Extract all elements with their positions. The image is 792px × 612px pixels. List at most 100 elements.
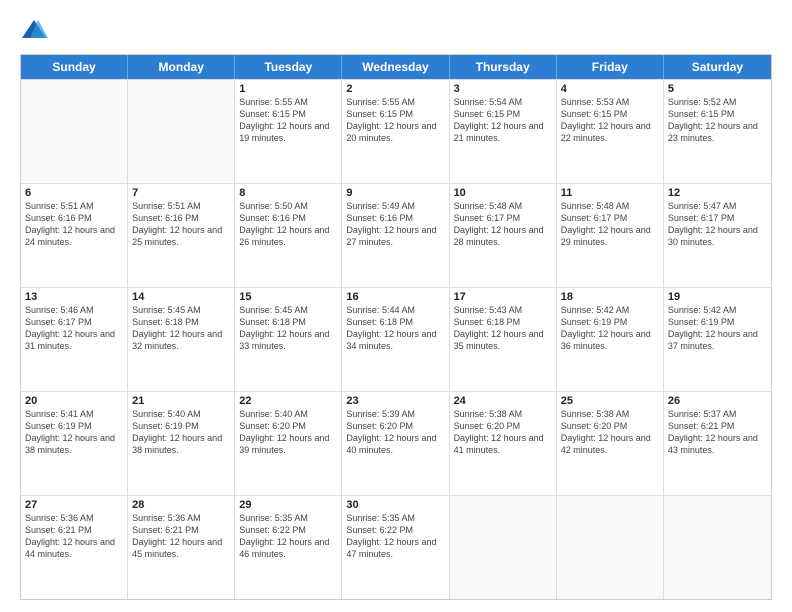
calendar-cell: 19Sunrise: 5:42 AM Sunset: 6:19 PM Dayli… xyxy=(664,288,771,391)
day-number: 25 xyxy=(561,395,659,407)
day-info: Sunrise: 5:36 AM Sunset: 6:21 PM Dayligh… xyxy=(25,512,123,561)
calendar-cell: 17Sunrise: 5:43 AM Sunset: 6:18 PM Dayli… xyxy=(450,288,557,391)
day-info: Sunrise: 5:37 AM Sunset: 6:21 PM Dayligh… xyxy=(668,408,767,457)
calendar-cell: 24Sunrise: 5:38 AM Sunset: 6:20 PM Dayli… xyxy=(450,392,557,495)
calendar-cell: 25Sunrise: 5:38 AM Sunset: 6:20 PM Dayli… xyxy=(557,392,664,495)
calendar-row-3: 20Sunrise: 5:41 AM Sunset: 6:19 PM Dayli… xyxy=(21,391,771,495)
header-day-friday: Friday xyxy=(557,55,664,79)
day-number: 3 xyxy=(454,83,552,95)
calendar-cell xyxy=(450,496,557,599)
day-info: Sunrise: 5:48 AM Sunset: 6:17 PM Dayligh… xyxy=(454,200,552,249)
logo-icon xyxy=(20,16,48,44)
calendar-cell: 9Sunrise: 5:49 AM Sunset: 6:16 PM Daylig… xyxy=(342,184,449,287)
calendar-cell xyxy=(21,80,128,183)
day-number: 24 xyxy=(454,395,552,407)
calendar-body: 1Sunrise: 5:55 AM Sunset: 6:15 PM Daylig… xyxy=(21,79,771,599)
header-day-thursday: Thursday xyxy=(450,55,557,79)
calendar-cell: 23Sunrise: 5:39 AM Sunset: 6:20 PM Dayli… xyxy=(342,392,449,495)
day-info: Sunrise: 5:40 AM Sunset: 6:20 PM Dayligh… xyxy=(239,408,337,457)
day-info: Sunrise: 5:35 AM Sunset: 6:22 PM Dayligh… xyxy=(239,512,337,561)
calendar-cell: 22Sunrise: 5:40 AM Sunset: 6:20 PM Dayli… xyxy=(235,392,342,495)
calendar-cell: 6Sunrise: 5:51 AM Sunset: 6:16 PM Daylig… xyxy=(21,184,128,287)
calendar-cell: 15Sunrise: 5:45 AM Sunset: 6:18 PM Dayli… xyxy=(235,288,342,391)
calendar-row-1: 6Sunrise: 5:51 AM Sunset: 6:16 PM Daylig… xyxy=(21,183,771,287)
calendar-cell: 29Sunrise: 5:35 AM Sunset: 6:22 PM Dayli… xyxy=(235,496,342,599)
day-number: 21 xyxy=(132,395,230,407)
day-number: 5 xyxy=(668,83,767,95)
calendar-row-0: 1Sunrise: 5:55 AM Sunset: 6:15 PM Daylig… xyxy=(21,79,771,183)
day-info: Sunrise: 5:42 AM Sunset: 6:19 PM Dayligh… xyxy=(668,304,767,353)
calendar-header: SundayMondayTuesdayWednesdayThursdayFrid… xyxy=(21,55,771,79)
calendar-cell: 20Sunrise: 5:41 AM Sunset: 6:19 PM Dayli… xyxy=(21,392,128,495)
day-number: 11 xyxy=(561,187,659,199)
calendar-cell: 16Sunrise: 5:44 AM Sunset: 6:18 PM Dayli… xyxy=(342,288,449,391)
header-day-monday: Monday xyxy=(128,55,235,79)
header-day-saturday: Saturday xyxy=(664,55,771,79)
day-number: 16 xyxy=(346,291,444,303)
day-info: Sunrise: 5:38 AM Sunset: 6:20 PM Dayligh… xyxy=(454,408,552,457)
day-number: 26 xyxy=(668,395,767,407)
day-info: Sunrise: 5:44 AM Sunset: 6:18 PM Dayligh… xyxy=(346,304,444,353)
day-info: Sunrise: 5:55 AM Sunset: 6:15 PM Dayligh… xyxy=(239,96,337,145)
day-number: 23 xyxy=(346,395,444,407)
day-number: 12 xyxy=(668,187,767,199)
day-number: 13 xyxy=(25,291,123,303)
calendar-cell: 1Sunrise: 5:55 AM Sunset: 6:15 PM Daylig… xyxy=(235,80,342,183)
calendar-cell: 4Sunrise: 5:53 AM Sunset: 6:15 PM Daylig… xyxy=(557,80,664,183)
day-number: 28 xyxy=(132,499,230,511)
day-number: 10 xyxy=(454,187,552,199)
day-number: 18 xyxy=(561,291,659,303)
logo xyxy=(20,16,52,44)
day-info: Sunrise: 5:40 AM Sunset: 6:19 PM Dayligh… xyxy=(132,408,230,457)
day-number: 29 xyxy=(239,499,337,511)
calendar-cell: 7Sunrise: 5:51 AM Sunset: 6:16 PM Daylig… xyxy=(128,184,235,287)
calendar-cell: 27Sunrise: 5:36 AM Sunset: 6:21 PM Dayli… xyxy=(21,496,128,599)
day-number: 1 xyxy=(239,83,337,95)
day-info: Sunrise: 5:42 AM Sunset: 6:19 PM Dayligh… xyxy=(561,304,659,353)
day-info: Sunrise: 5:54 AM Sunset: 6:15 PM Dayligh… xyxy=(454,96,552,145)
calendar-cell: 26Sunrise: 5:37 AM Sunset: 6:21 PM Dayli… xyxy=(664,392,771,495)
day-info: Sunrise: 5:46 AM Sunset: 6:17 PM Dayligh… xyxy=(25,304,123,353)
day-number: 4 xyxy=(561,83,659,95)
calendar-row-2: 13Sunrise: 5:46 AM Sunset: 6:17 PM Dayli… xyxy=(21,287,771,391)
day-number: 15 xyxy=(239,291,337,303)
day-info: Sunrise: 5:51 AM Sunset: 6:16 PM Dayligh… xyxy=(25,200,123,249)
day-number: 17 xyxy=(454,291,552,303)
day-number: 7 xyxy=(132,187,230,199)
calendar-cell: 18Sunrise: 5:42 AM Sunset: 6:19 PM Dayli… xyxy=(557,288,664,391)
day-info: Sunrise: 5:48 AM Sunset: 6:17 PM Dayligh… xyxy=(561,200,659,249)
calendar: SundayMondayTuesdayWednesdayThursdayFrid… xyxy=(20,54,772,600)
calendar-row-4: 27Sunrise: 5:36 AM Sunset: 6:21 PM Dayli… xyxy=(21,495,771,599)
day-info: Sunrise: 5:55 AM Sunset: 6:15 PM Dayligh… xyxy=(346,96,444,145)
day-info: Sunrise: 5:52 AM Sunset: 6:15 PM Dayligh… xyxy=(668,96,767,145)
header-day-tuesday: Tuesday xyxy=(235,55,342,79)
day-number: 19 xyxy=(668,291,767,303)
calendar-cell: 30Sunrise: 5:35 AM Sunset: 6:22 PM Dayli… xyxy=(342,496,449,599)
calendar-cell: 28Sunrise: 5:36 AM Sunset: 6:21 PM Dayli… xyxy=(128,496,235,599)
day-info: Sunrise: 5:53 AM Sunset: 6:15 PM Dayligh… xyxy=(561,96,659,145)
calendar-cell: 13Sunrise: 5:46 AM Sunset: 6:17 PM Dayli… xyxy=(21,288,128,391)
day-info: Sunrise: 5:45 AM Sunset: 6:18 PM Dayligh… xyxy=(239,304,337,353)
day-number: 8 xyxy=(239,187,337,199)
calendar-cell: 3Sunrise: 5:54 AM Sunset: 6:15 PM Daylig… xyxy=(450,80,557,183)
day-number: 14 xyxy=(132,291,230,303)
calendar-cell: 14Sunrise: 5:45 AM Sunset: 6:18 PM Dayli… xyxy=(128,288,235,391)
day-info: Sunrise: 5:41 AM Sunset: 6:19 PM Dayligh… xyxy=(25,408,123,457)
day-number: 9 xyxy=(346,187,444,199)
day-info: Sunrise: 5:47 AM Sunset: 6:17 PM Dayligh… xyxy=(668,200,767,249)
calendar-cell xyxy=(128,80,235,183)
header-day-wednesday: Wednesday xyxy=(342,55,449,79)
day-info: Sunrise: 5:43 AM Sunset: 6:18 PM Dayligh… xyxy=(454,304,552,353)
calendar-cell: 5Sunrise: 5:52 AM Sunset: 6:15 PM Daylig… xyxy=(664,80,771,183)
calendar-cell: 21Sunrise: 5:40 AM Sunset: 6:19 PM Dayli… xyxy=(128,392,235,495)
day-number: 30 xyxy=(346,499,444,511)
day-info: Sunrise: 5:50 AM Sunset: 6:16 PM Dayligh… xyxy=(239,200,337,249)
calendar-cell xyxy=(557,496,664,599)
day-info: Sunrise: 5:45 AM Sunset: 6:18 PM Dayligh… xyxy=(132,304,230,353)
calendar-cell: 12Sunrise: 5:47 AM Sunset: 6:17 PM Dayli… xyxy=(664,184,771,287)
day-info: Sunrise: 5:51 AM Sunset: 6:16 PM Dayligh… xyxy=(132,200,230,249)
calendar-cell: 10Sunrise: 5:48 AM Sunset: 6:17 PM Dayli… xyxy=(450,184,557,287)
calendar-cell xyxy=(664,496,771,599)
day-number: 6 xyxy=(25,187,123,199)
header-day-sunday: Sunday xyxy=(21,55,128,79)
